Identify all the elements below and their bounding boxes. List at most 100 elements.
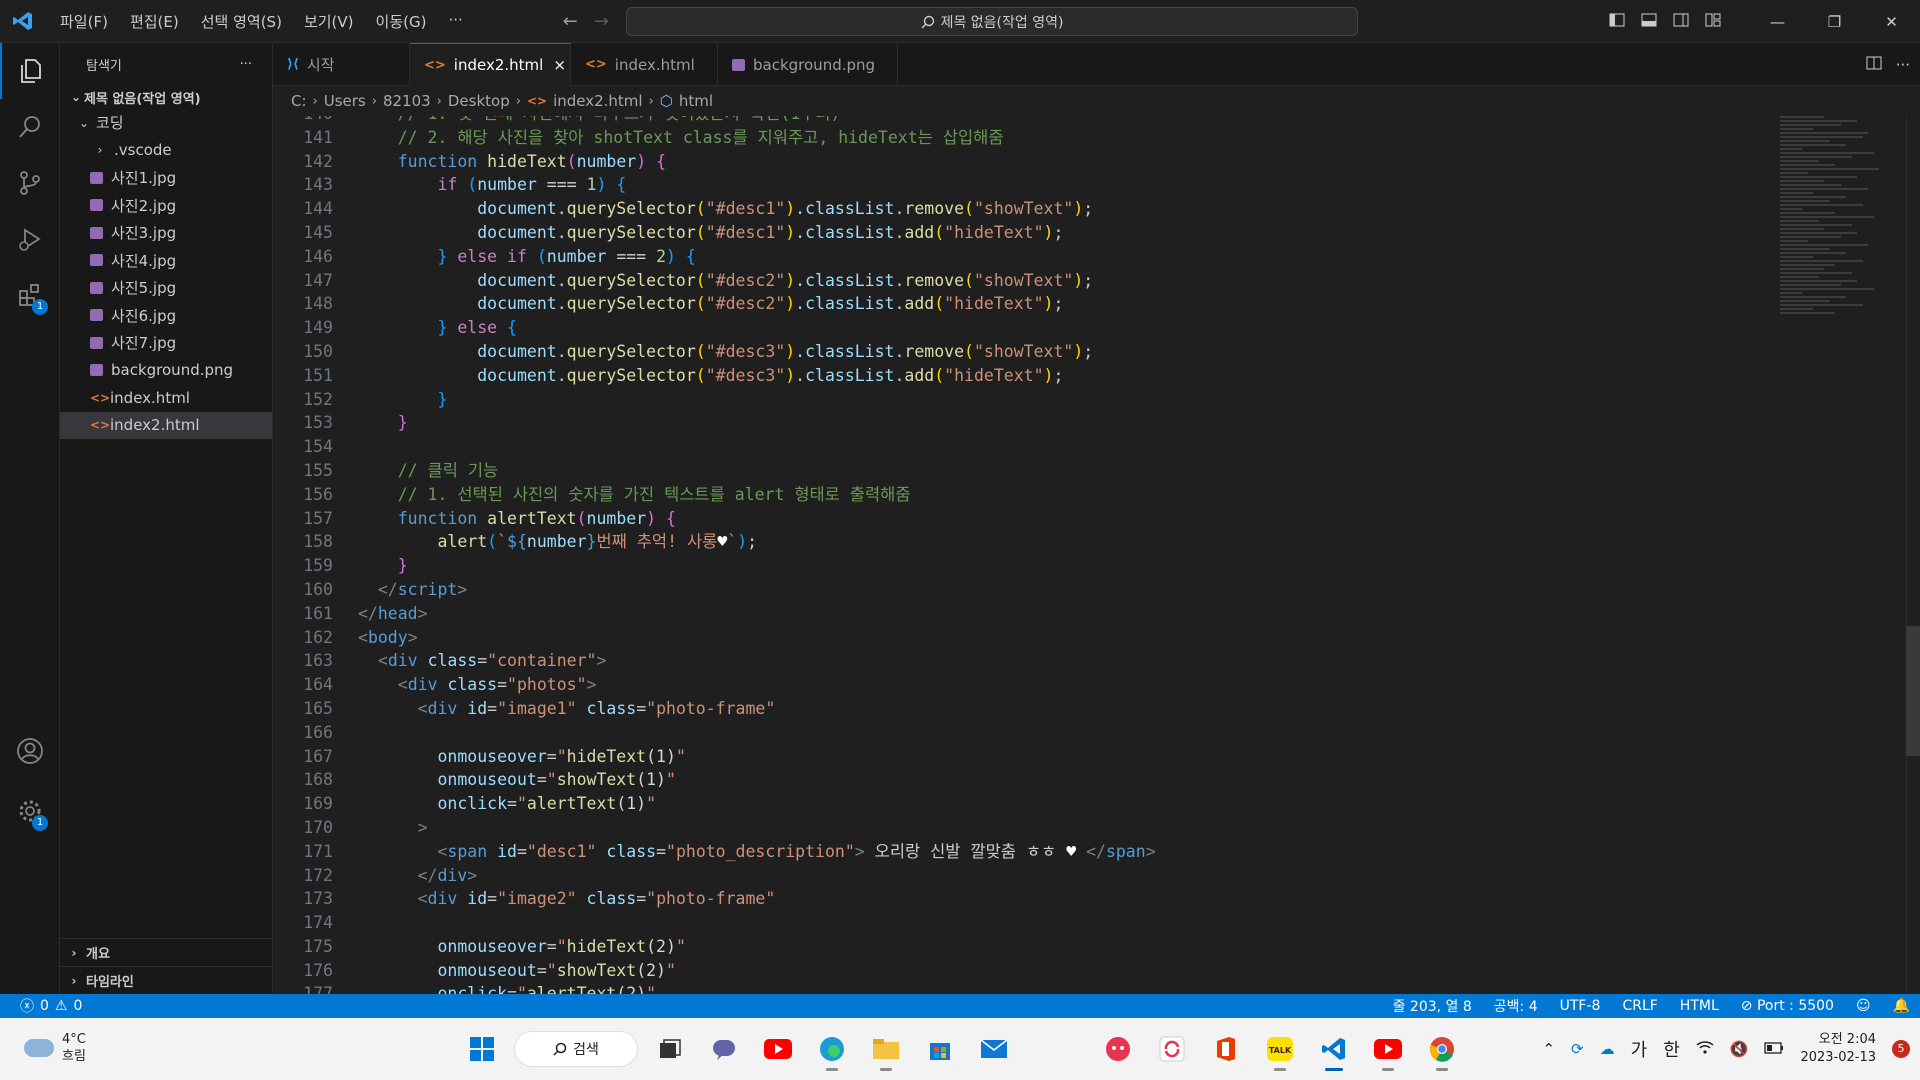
breadcrumb-item[interactable]: Users xyxy=(324,92,366,110)
explorer-more-button[interactable]: ··· xyxy=(240,57,252,72)
onedrive-icon[interactable]: ☁ xyxy=(1600,1040,1615,1058)
minimap-line xyxy=(1780,140,1830,142)
close-window-icon[interactable]: ✕ xyxy=(1863,13,1920,31)
explorer-icon[interactable] xyxy=(0,43,60,99)
windows-start-icon[interactable] xyxy=(460,1027,504,1071)
search-icon[interactable] xyxy=(0,99,60,155)
command-center[interactable]: 제목 없음(작업 영역) xyxy=(626,7,1358,36)
problems-indicator[interactable]: ⓧ 0 ⚠ 0 xyxy=(0,996,82,1016)
youtube-icon[interactable] xyxy=(756,1027,800,1071)
close-icon[interactable]: × xyxy=(553,56,566,74)
sync-app-icon[interactable] xyxy=(1150,1027,1194,1071)
command-center-label: 제목 없음(작업 영역) xyxy=(940,14,1064,31)
file-item[interactable]: <> index.html xyxy=(60,384,272,412)
minimap[interactable] xyxy=(1780,116,1890,536)
run-debug-icon[interactable] xyxy=(0,211,60,267)
encoding[interactable]: UTF-8 xyxy=(1560,998,1601,1014)
file-item[interactable]: 사진4.jpg xyxy=(60,247,272,275)
sync-tray-icon[interactable]: ⟳ xyxy=(1571,1040,1584,1058)
minimize-icon[interactable]: — xyxy=(1749,13,1806,31)
minimap-line xyxy=(1780,280,1857,282)
wifi-icon[interactable] xyxy=(1696,1040,1714,1058)
mail-icon[interactable] xyxy=(972,1027,1016,1071)
breadcrumb-item[interactable]: index2.html xyxy=(553,92,643,110)
language-mode[interactable]: HTML xyxy=(1680,998,1719,1014)
live-server-port[interactable]: ⊘ Port : 5500 xyxy=(1741,998,1834,1014)
menu-file[interactable]: 파일(F) xyxy=(50,7,118,36)
ime-hangul-mode[interactable]: 가 xyxy=(1631,1036,1648,1062)
warning-count: 0 xyxy=(73,998,83,1014)
chat-bubble-app-icon[interactable] xyxy=(1096,1027,1140,1071)
file-item[interactable]: 사진5.jpg xyxy=(60,274,272,302)
weather-widget[interactable]: 4°C 흐림 xyxy=(24,1031,86,1065)
restore-icon[interactable]: ❐ xyxy=(1806,13,1863,31)
extensions-icon[interactable]: 1 xyxy=(0,267,60,323)
manage-gear-icon[interactable]: 1 xyxy=(0,783,60,839)
edge-icon[interactable] xyxy=(810,1027,854,1071)
menu-view[interactable]: 보기(V) xyxy=(294,7,364,36)
file-item[interactable]: <> index2.html xyxy=(60,411,272,439)
menu-edit[interactable]: 편집(E) xyxy=(120,7,189,36)
vscode-taskbar-icon[interactable] xyxy=(1312,1027,1356,1071)
breadcrumb-item[interactable]: 82103 xyxy=(383,92,431,110)
breadcrumb-item[interactable]: Desktop xyxy=(448,92,510,110)
file-item[interactable]: background.png xyxy=(60,357,272,385)
file-item[interactable]: 사진2.jpg xyxy=(60,192,272,220)
source-control-icon[interactable] xyxy=(0,155,60,211)
toggle-panel-icon[interactable] xyxy=(1633,13,1665,31)
menu-selection[interactable]: 선택 영역(S) xyxy=(191,7,292,36)
code-editor[interactable]: 140141 142 143 144 145 146 147 148 149 150 151 152 1… xyxy=(273,116,1920,994)
timeline-section[interactable]: › 타임라인 xyxy=(60,966,273,994)
tab-index-html[interactable]: <> index.html xyxy=(571,43,718,86)
file-item[interactable]: 사진1.jpg xyxy=(60,164,272,192)
forward-arrow-icon[interactable]: → xyxy=(594,11,609,32)
notification-badge[interactable]: 5 xyxy=(1892,1040,1910,1058)
microsoft-store-icon[interactable] xyxy=(918,1027,962,1071)
file-explorer-icon[interactable] xyxy=(864,1027,908,1071)
office-icon[interactable] xyxy=(1204,1027,1248,1071)
file-item[interactable]: 사진7.jpg xyxy=(60,329,272,357)
chevron-up-icon[interactable]: ⌃ xyxy=(1542,1040,1555,1058)
more-actions-icon[interactable]: ··· xyxy=(1896,56,1910,74)
menu-go[interactable]: 이동(G) xyxy=(366,7,437,36)
minimap-line xyxy=(1780,276,1819,278)
kakaotalk-icon[interactable]: TALK xyxy=(1258,1027,1302,1071)
taskbar-search[interactable]: 검색 xyxy=(514,1031,638,1067)
code-line: } xyxy=(437,389,448,409)
back-arrow-icon[interactable]: ← xyxy=(563,11,578,32)
file-item[interactable]: 사진6.jpg xyxy=(60,302,272,330)
tab-background-png[interactable]: background.png xyxy=(718,43,898,86)
volume-muted-icon[interactable]: 🔇 xyxy=(1730,1040,1749,1058)
folder-coding[interactable]: ⌄ 코딩 xyxy=(60,109,272,137)
file-item[interactable]: › .vscode xyxy=(60,137,272,165)
split-editor-icon[interactable] xyxy=(1866,56,1882,74)
feedback-icon[interactable]: ☺ xyxy=(1856,998,1871,1014)
chrome-icon[interactable] xyxy=(1420,1027,1464,1071)
youtube-app-icon[interactable] xyxy=(1366,1027,1410,1071)
indentation[interactable]: 공백: 4 xyxy=(1494,996,1538,1016)
file-item[interactable]: 사진3.jpg xyxy=(60,219,272,247)
battery-icon[interactable] xyxy=(1764,1040,1784,1058)
toggle-sidebar-icon[interactable] xyxy=(1601,13,1633,31)
notifications-bell-icon[interactable]: 🔔 xyxy=(1893,998,1910,1014)
cursor-position[interactable]: 줄 203, 열 8 xyxy=(1393,996,1472,1016)
clock[interactable]: 오전 2:04 2023-02-13 xyxy=(1800,1031,1876,1067)
breadcrumb-item[interactable]: C: xyxy=(291,92,307,110)
workspace-header[interactable]: ⌄ 제목 없음(작업 영역) xyxy=(60,85,272,109)
tab-welcome[interactable]: ⟩⟨ 시작 xyxy=(273,43,410,86)
ime-korean-mode[interactable]: 한 xyxy=(1663,1036,1680,1062)
breadcrumb-item[interactable]: html xyxy=(679,92,713,110)
teams-chat-icon[interactable] xyxy=(702,1027,746,1071)
outline-section[interactable]: › 개요 xyxy=(60,938,273,966)
vertical-scrollbar[interactable] xyxy=(1906,116,1920,994)
line-ending[interactable]: CRLF xyxy=(1622,998,1657,1014)
scrollbar-thumb[interactable] xyxy=(1906,626,1920,756)
accounts-icon[interactable] xyxy=(0,723,60,779)
code-content[interactable]: // 1. 몇 번째 사진에서 마우스가 벗어났는지 확인(1부터) // 2.… xyxy=(358,116,1808,994)
tab-index2-html[interactable]: <> index2.html × xyxy=(410,43,571,86)
code-line: > xyxy=(417,817,428,837)
toggle-secondary-sidebar-icon[interactable] xyxy=(1665,13,1697,31)
task-view-icon[interactable] xyxy=(648,1027,692,1071)
customize-layout-icon[interactable] xyxy=(1697,13,1729,31)
menu-more[interactable]: ··· xyxy=(438,7,472,36)
